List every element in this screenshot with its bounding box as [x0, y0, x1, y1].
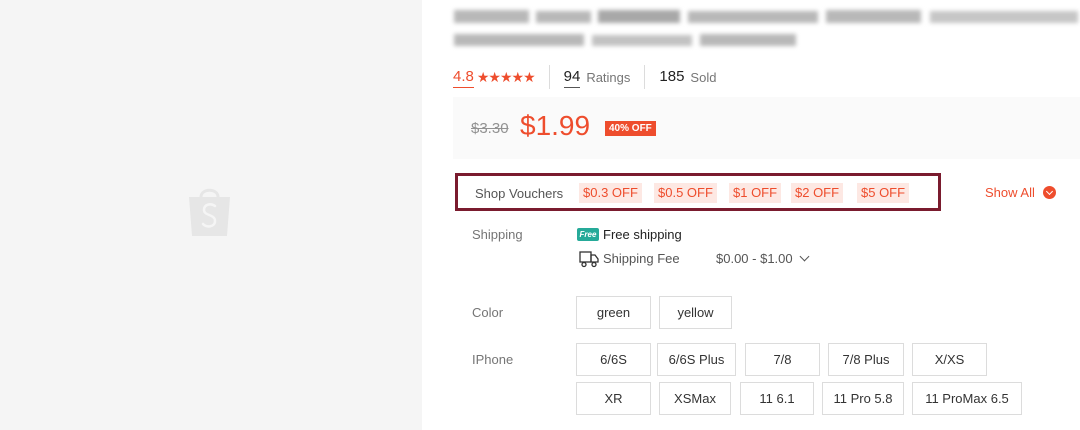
free-shipping-text: Free shipping [603, 227, 682, 242]
shopping-bag-logo-icon [189, 188, 230, 236]
star-rating-icon: ★★★★★ [476, 68, 536, 85]
model-option[interactable]: 11 ProMax 6.5 [912, 382, 1022, 415]
sold-count: 185 [659, 68, 685, 85]
rating-summary: 4.8 ★★★★★ 94 Ratings 185 Sold [453, 64, 716, 90]
truck-icon [579, 251, 599, 268]
model-option[interactable]: 6/6S [576, 343, 651, 376]
iphone-label: IPhone [472, 352, 514, 367]
voucher-chip[interactable]: $0.3 OFF [579, 183, 642, 203]
model-option[interactable]: 6/6S Plus [657, 343, 736, 376]
product-image-placeholder [0, 0, 422, 430]
ratings-count[interactable]: 94 [563, 67, 581, 88]
divider [548, 65, 550, 89]
shipping-label: Shipping [472, 227, 523, 242]
voucher-chip[interactable]: $0.5 OFF [654, 183, 717, 203]
price-section: $3.30 $1.99 40% OFF [453, 97, 1080, 159]
shop-vouchers-row: Shop Vouchers $0.3 OFF $0.5 OFF $1 OFF $… [455, 173, 941, 211]
shipping-fee-dropdown[interactable]: $0.00 - $1.00 [716, 251, 810, 266]
color-option-green[interactable]: green [576, 296, 651, 329]
color-label: Color [472, 305, 504, 320]
show-all-vouchers-button[interactable]: Show All [985, 185, 1056, 200]
ratings-label: Ratings [586, 69, 631, 85]
rating-score[interactable]: 4.8 [453, 67, 474, 88]
color-option-yellow[interactable]: yellow [659, 296, 732, 329]
voucher-chip[interactable]: $2 OFF [791, 183, 844, 203]
model-option[interactable]: 11 Pro 5.8 [822, 382, 904, 415]
divider [644, 65, 646, 89]
model-option[interactable]: XR [576, 382, 651, 415]
product-details: 4.8 ★★★★★ 94 Ratings 185 Sold $3.30 $1.9… [422, 0, 1080, 430]
shop-vouchers-label: Shop Vouchers [475, 186, 564, 201]
chevron-down-circle-icon [1042, 186, 1056, 199]
shipping-fee-value: $0.00 - $1.00 [716, 251, 793, 266]
sold-label: Sold [690, 69, 717, 85]
discount-badge: 40% OFF [605, 121, 656, 136]
current-price: $1.99 [520, 110, 591, 141]
chevron-down-icon [799, 251, 810, 262]
model-option[interactable]: 7/8 Plus [828, 343, 904, 376]
shipping-fee-label: Shipping Fee [603, 251, 680, 266]
model-option[interactable]: 7/8 [745, 343, 820, 376]
voucher-chip[interactable]: $1 OFF [729, 183, 782, 203]
original-price: $3.30 [471, 120, 509, 137]
model-option[interactable]: 11 6.1 [740, 382, 814, 415]
free-shipping-icon: Free [577, 228, 599, 241]
product-title-blurred [452, 8, 1078, 52]
model-option[interactable]: XSMax [659, 382, 731, 415]
voucher-chip[interactable]: $5 OFF [857, 183, 910, 203]
model-option[interactable]: X/XS [912, 343, 987, 376]
show-all-label: Show All [985, 185, 1035, 200]
